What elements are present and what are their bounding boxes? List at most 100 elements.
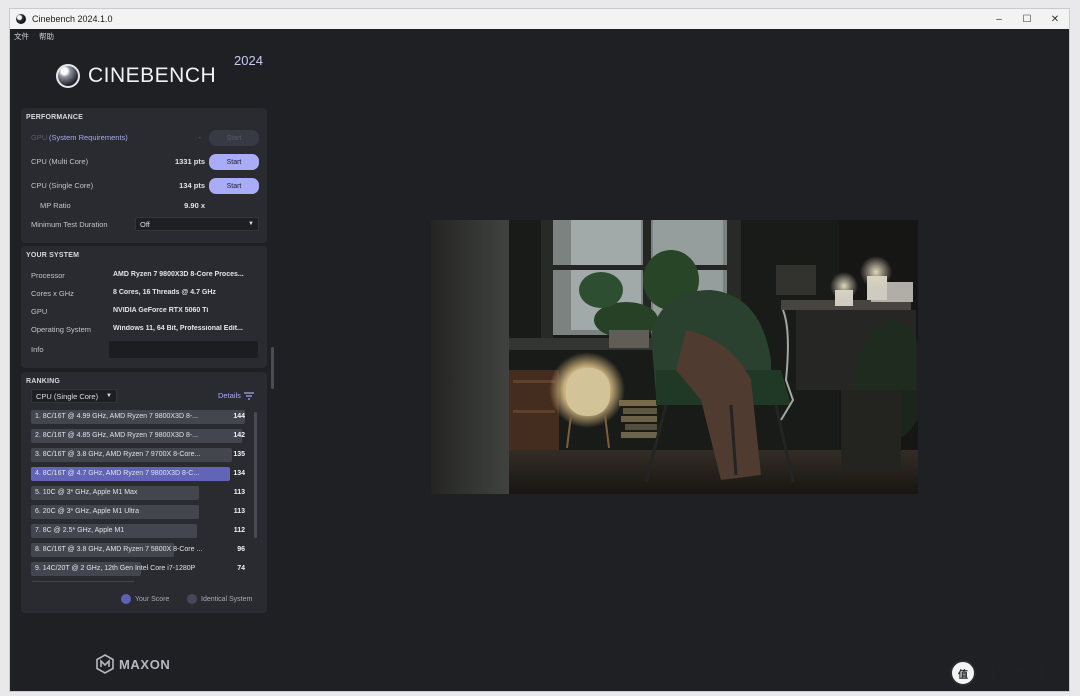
system-value-cores: 8 Cores, 16 Threads @ 4.7 GHz: [113, 289, 216, 296]
system-value-gpu: NVIDIA GeForce RTX 5060 Ti: [113, 307, 209, 314]
maxon-logo-text: MAXON: [119, 656, 171, 672]
render-preview: [431, 220, 918, 494]
details-button[interactable]: Details: [218, 391, 254, 400]
system-label-os: Operating System: [31, 325, 92, 334]
system-title: YOUR SYSTEM: [26, 252, 80, 259]
ranking-list[interactable]: 1. 8C/16T @ 4.99 GHz, AMD Ryzen 7 9800X3…: [31, 410, 261, 582]
watermark-text: 什么值得买: [982, 665, 1063, 684]
ranking-row[interactable]: 7. 8C @ 2.5* GHz, Apple M1 112: [31, 524, 257, 538]
gpu-start-button[interactable]: Start: [209, 130, 259, 146]
mp-ratio-label: MP Ratio: [40, 201, 71, 210]
cpu-multi-label: CPU (Multi Core): [31, 157, 89, 166]
title-bar: Cinebench 2024.1.0 – ☐ ✕: [10, 9, 1069, 29]
cinebench-logo-icon: [56, 64, 80, 88]
window-controls: – ☐ ✕: [985, 9, 1069, 29]
cpu-single-start-button[interactable]: Start: [209, 178, 259, 194]
cinebench-logo: CINEBENCH: [56, 64, 216, 88]
min-duration-select[interactable]: Off ▼: [135, 217, 259, 231]
sidebar-scrollbar[interactable]: [271, 347, 274, 389]
ranking-row-score: 135: [233, 451, 245, 458]
cpu-multi-start-button[interactable]: Start: [209, 154, 259, 170]
ranking-row[interactable]: 2. 8C/16T @ 4.85 GHz, AMD Ryzen 7 9800X3…: [31, 429, 257, 443]
window-title: Cinebench 2024.1.0: [32, 14, 113, 24]
menu-help[interactable]: 帮助: [39, 31, 54, 42]
ranking-row-score: 134: [233, 470, 245, 477]
ranking-title: RANKING: [26, 378, 61, 385]
app-window: Cinebench 2024.1.0 – ☐ ✕ 文件 帮助 CINEBENCH…: [9, 8, 1070, 692]
system-requirements-link[interactable]: (System Requirements): [49, 133, 128, 142]
ranking-row-score: 74: [237, 565, 245, 572]
legend-identical-system: Identical System: [187, 594, 252, 604]
ranking-mode-select[interactable]: CPU (Single Core) ▼: [31, 389, 117, 403]
ranking-row-label: 1. 8C/16T @ 4.99 GHz, AMD Ryzen 7 9800X3…: [35, 413, 198, 420]
ranking-row[interactable]: 1. 8C/16T @ 4.99 GHz, AMD Ryzen 7 9800X3…: [31, 410, 257, 424]
ranking-row[interactable]: 10. 8C/16T @ 2.3 GHz, Intel Core i9-9880…: [31, 581, 257, 582]
legend-identical-label: Identical System: [201, 595, 253, 603]
ranking-row[interactable]: 6. 20C @ 3* GHz, Apple M1 Ultra 113: [31, 505, 257, 519]
menu-bar: 文件 帮助: [10, 29, 1069, 43]
caret-down-icon: ▼: [248, 221, 254, 227]
ranking-row-label: 2. 8C/16T @ 4.85 GHz, AMD Ryzen 7 9800X3…: [35, 432, 198, 439]
ranking-row-label: 4. 8C/16T @ 4.7 GHz, AMD Ryzen 7 9800X3D…: [35, 470, 200, 477]
info-field[interactable]: [109, 341, 258, 358]
ranking-row-score: 113: [233, 489, 245, 496]
min-duration-value: Off: [140, 219, 150, 229]
ranking-row-label: 6. 20C @ 3* GHz, Apple M1 Ultra: [35, 508, 139, 515]
maximize-button[interactable]: ☐: [1013, 9, 1041, 29]
minimize-button[interactable]: –: [985, 9, 1013, 29]
ranking-row-score: 96: [237, 546, 245, 553]
system-label-info: Info: [31, 345, 44, 354]
ranking-row-your-score[interactable]: 4. 8C/16T @ 4.7 GHz, AMD Ryzen 7 9800X3D…: [31, 467, 257, 481]
ranking-scrollbar[interactable]: [254, 412, 257, 538]
performance-title: PERFORMANCE: [26, 114, 84, 121]
filter-icon: [243, 391, 254, 400]
menu-file[interactable]: 文件: [14, 31, 29, 42]
gpu-score: -: [198, 133, 202, 142]
ranking-mode-value: CPU (Single Core): [36, 391, 99, 401]
details-label: Details: [218, 391, 241, 400]
ranking-row-score: 142: [233, 432, 245, 439]
maxon-logo: MAXON: [95, 654, 170, 674]
system-panel: YOUR SYSTEM Processor AMD Ryzen 7 9800X3…: [21, 246, 267, 368]
ranking-row-score: 70: [237, 581, 245, 582]
ranking-panel: RANKING CPU (Single Core) ▼ Details 1. 8…: [21, 372, 267, 613]
cinebench-year: 2024: [234, 53, 263, 68]
cpu-multi-score: 1331 pts: [174, 157, 205, 166]
maxon-logo-icon: [96, 654, 114, 674]
ranking-row-score: 112: [233, 527, 245, 534]
cinebench-logo-text: CINEBENCH: [88, 64, 217, 87]
ranking-row[interactable]: 9. 14C/20T @ 2 GHz, 12th Gen Intel Core …: [31, 562, 257, 576]
ranking-row-score: 113: [233, 508, 245, 515]
identical-system-swatch: [187, 594, 197, 604]
system-label-gpu: GPU: [31, 307, 48, 316]
system-value-processor: AMD Ryzen 7 9800X3D 8-Core Proces...: [113, 271, 244, 278]
watermark: 值 什么值得买: [950, 660, 1062, 686]
performance-panel: PERFORMANCE GPU (System Requirements) - …: [21, 108, 267, 243]
ranking-row-label: 10. 8C/16T @ 2.3 GHz, Intel Core i9-9880…: [35, 581, 215, 582]
cpu-single-score: 134 pts: [179, 181, 205, 190]
render-scene-image: [431, 220, 918, 494]
mp-ratio-value: 9.90 x: [184, 201, 205, 210]
close-button[interactable]: ✕: [1041, 9, 1069, 29]
ranking-row-label: 5. 10C @ 3* GHz, Apple M1 Max: [35, 489, 138, 496]
cinebench-app-icon: [16, 14, 26, 24]
ranking-row-label: 3. 8C/16T @ 3.8 GHz, AMD Ryzen 7 9700X 8…: [35, 451, 201, 458]
system-label-processor: Processor: [31, 271, 65, 280]
system-label-cores: Cores x GHz: [31, 289, 74, 298]
ranking-row[interactable]: 5. 10C @ 3* GHz, Apple M1 Max 113: [31, 486, 257, 500]
caret-down-icon: ▼: [106, 393, 112, 399]
legend-your-score: Your Score: [121, 594, 169, 604]
legend-your-score-label: Your Score: [135, 595, 170, 603]
cpu-single-label: CPU (Single Core): [31, 181, 94, 190]
ranking-row-label: 9. 14C/20T @ 2 GHz, 12th Gen Intel Core …: [35, 565, 196, 572]
min-duration-label: Minimum Test Duration: [31, 220, 108, 229]
ranking-row[interactable]: 3. 8C/16T @ 3.8 GHz, AMD Ryzen 7 9700X 8…: [31, 448, 257, 462]
your-score-swatch: [121, 594, 131, 604]
ranking-row-label: 8. 8C/16T @ 3.8 GHz, AMD Ryzen 7 5800X 8…: [35, 546, 203, 553]
gpu-label: GPU: [31, 133, 48, 142]
ranking-row[interactable]: 8. 8C/16T @ 3.8 GHz, AMD Ryzen 7 5800X 8…: [31, 543, 257, 557]
ranking-row-label: 7. 8C @ 2.5* GHz, Apple M1: [35, 527, 125, 534]
system-value-os: Windows 11, 64 Bit, Professional Edit...: [113, 325, 243, 332]
ranking-row-score: 144: [233, 413, 245, 420]
watermark-badge-icon: 值: [950, 660, 976, 686]
